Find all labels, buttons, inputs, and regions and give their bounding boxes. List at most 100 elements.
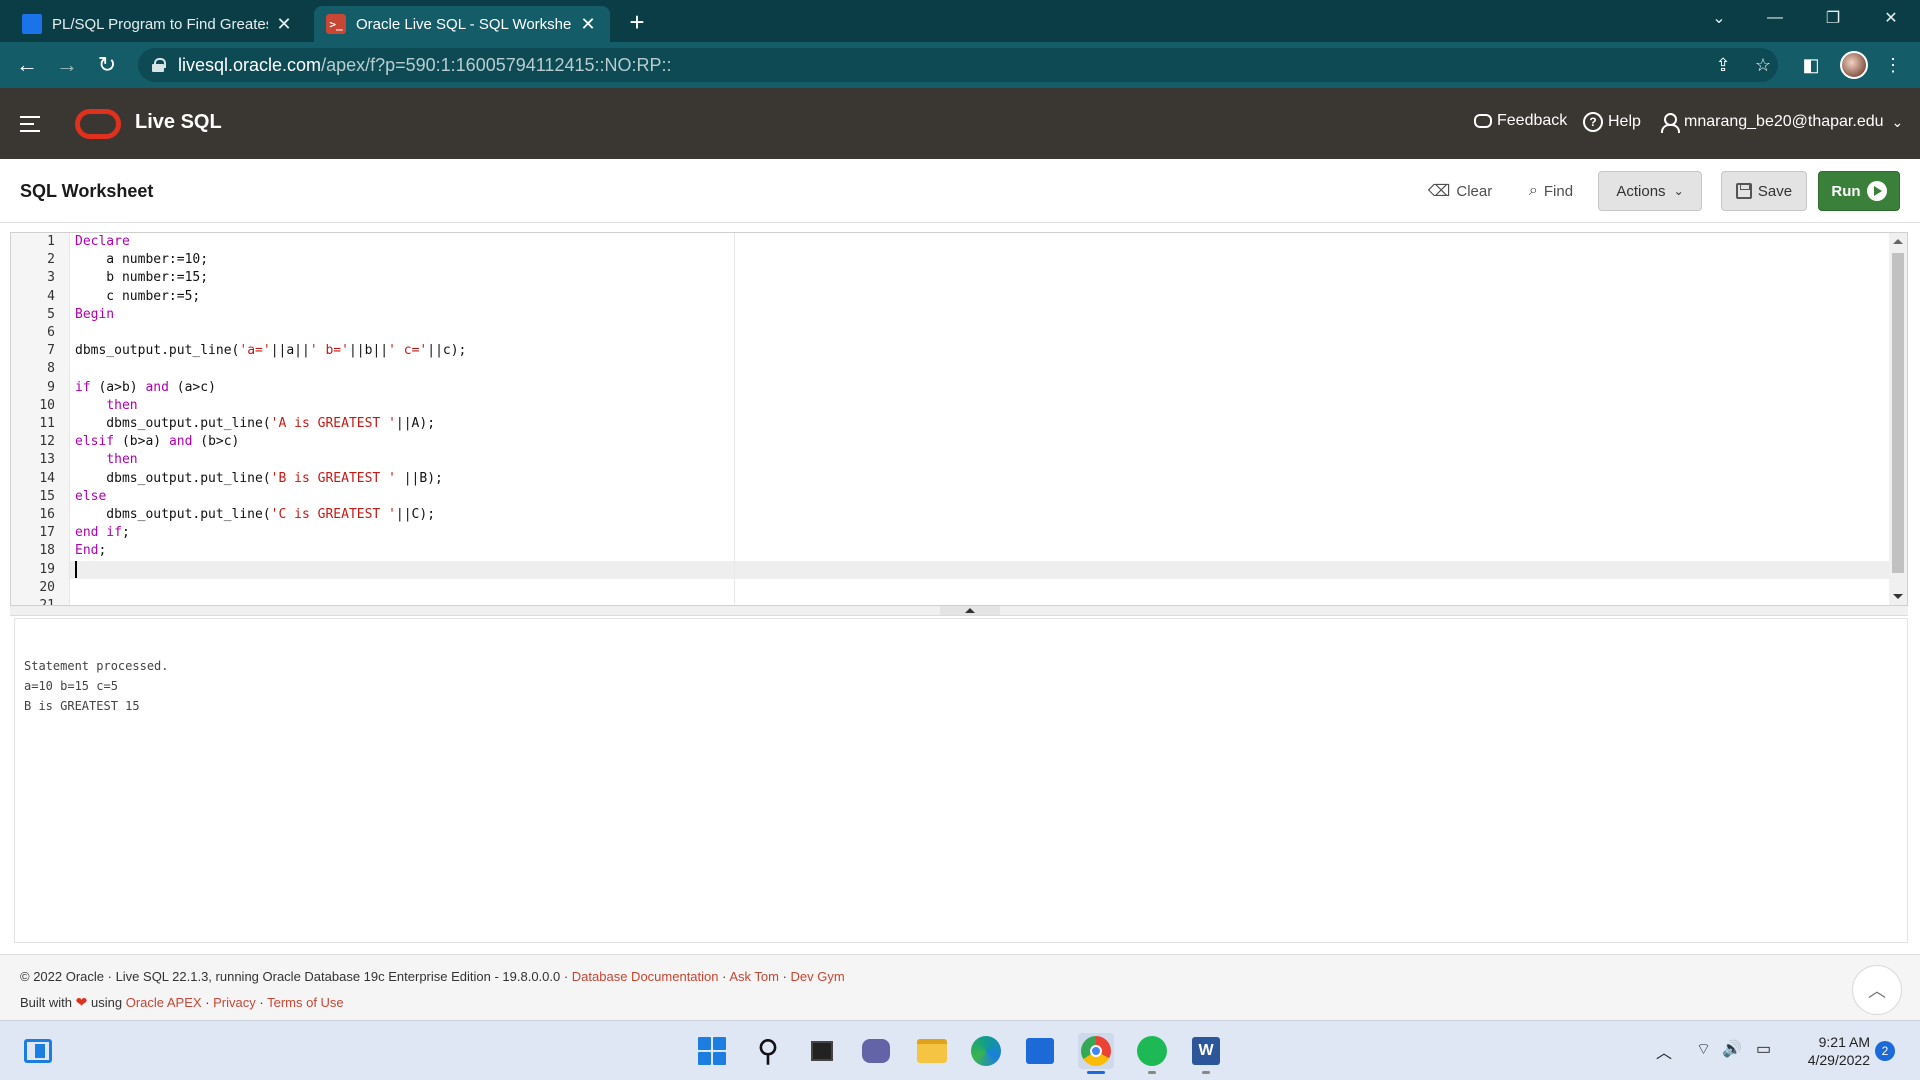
forward-arrow-icon[interactable]: → (52, 50, 82, 80)
microsoft-store-icon[interactable] (1022, 1033, 1058, 1069)
terms-of-use-link[interactable]: Terms of Use (267, 995, 344, 1010)
scroll-to-top-button[interactable]: ︿ (1852, 965, 1902, 1015)
code-token: ||c); (427, 343, 467, 359)
output-line: a=10 b=15 c=5 (24, 679, 118, 693)
close-icon[interactable]: ✕ (578, 14, 598, 35)
battery-icon[interactable]: ▭ (1756, 1039, 1771, 1059)
edge-browser-icon[interactable] (968, 1033, 1004, 1069)
privacy-link[interactable]: Privacy (213, 995, 256, 1010)
keyword-token: and (168, 434, 193, 450)
widgets-icon[interactable] (20, 1033, 56, 1069)
line-number: 7 (47, 343, 55, 359)
browser-tab-live-sql[interactable]: >_ Oracle Live SQL - SQL Worksheet ✕ (314, 6, 610, 42)
teams-chat-icon[interactable] (858, 1033, 894, 1069)
back-arrow-icon[interactable]: ← (12, 50, 42, 80)
line-number: 11 (39, 416, 55, 431)
side-panel-icon[interactable]: ◧ (1798, 52, 1824, 78)
spotify-icon[interactable] (1134, 1033, 1170, 1069)
tab-search-chevron-icon[interactable]: ⌄ (1696, 0, 1742, 36)
chrome-icon[interactable] (1078, 1033, 1114, 1069)
code-editor[interactable]: 1 2 3 4 5 6 7 8 9 10 11 12 13 14 15 16 17 18 19 20 21 Declar… (10, 232, 1908, 606)
code-line[interactable]: if (a>b) and (a>c) (75, 379, 216, 397)
dev-gym-link[interactable]: Dev Gym (791, 969, 845, 984)
pane-splitter[interactable] (10, 606, 1908, 616)
start-windows-icon[interactable] (694, 1033, 730, 1069)
code-line[interactable]: dbms_output.put_line('C is GREATEST '||C… (75, 506, 435, 524)
task-view-icon[interactable] (804, 1033, 840, 1069)
run-label: Run (1831, 182, 1861, 200)
code-line[interactable]: Begin (75, 306, 114, 324)
scroll-down-arrow-icon[interactable] (1893, 594, 1903, 599)
oracle-logo (75, 109, 121, 139)
line-number: 15 (39, 488, 55, 504)
code-line[interactable]: end if; (75, 524, 130, 542)
code-line[interactable]: Declare (75, 233, 130, 251)
code-line[interactable]: then (75, 451, 138, 469)
system-clock[interactable]: 9:21 AM 4/29/2022 (1790, 1033, 1870, 1069)
keyword-token: then (106, 452, 138, 468)
code-line[interactable]: dbms_output.put_line('A is GREATEST '||A… (75, 415, 435, 433)
ask-tom-link[interactable]: Ask Tom (729, 969, 779, 984)
share-icon[interactable]: ⇪ (1710, 52, 1736, 78)
running-indicator (1148, 1071, 1156, 1074)
user-menu[interactable]: mnarang_be20@thapar.edu ⌄ (1659, 112, 1903, 133)
line-number: 13 (39, 452, 55, 468)
code-line[interactable]: else (75, 488, 106, 506)
find-button[interactable]: ⌕ Find (1522, 171, 1580, 211)
scroll-up-arrow-icon[interactable] (1893, 239, 1903, 244)
database-documentation-link[interactable]: Database Documentation (572, 969, 719, 984)
code-line[interactable]: a number:=10; (75, 251, 208, 269)
help-circle-icon: ? (1583, 112, 1603, 132)
minimize-icon[interactable]: — (1752, 0, 1798, 36)
code-line[interactable]: dbms_output.put_line('B is GREATEST ' ||… (75, 470, 443, 488)
string-token: 'A is GREATEST ' (270, 416, 396, 431)
using-text: using (87, 995, 126, 1010)
wifi-icon[interactable]: ⌔ (1696, 1039, 1711, 1059)
code-line[interactable]: b number:=15; (75, 269, 208, 287)
clear-button[interactable]: ⌫ Clear (1428, 171, 1492, 211)
chevron-up-icon[interactable]: ︿ (1656, 1039, 1672, 1063)
scrollbar-thumb[interactable] (1892, 253, 1904, 573)
browser-tab-plsql-program[interactable]: PL/SQL Program to Find Greatest ✕ (10, 6, 306, 42)
bookmark-star-icon[interactable]: ☆ (1750, 52, 1776, 78)
collapse-up-icon[interactable] (940, 606, 1000, 615)
app-header: Live SQL Feedback ? Help mnarang_be20@th… (0, 88, 1920, 159)
code-line[interactable]: dbms_output.put_line('a='||a||' b='||b||… (75, 342, 466, 360)
chevron-down-icon: ⌄ (1673, 184, 1684, 198)
new-tab-button[interactable]: + (622, 8, 652, 38)
string-token: 'C is GREATEST ' (270, 507, 396, 522)
running-indicator (1087, 1071, 1105, 1074)
hamburger-menu-icon[interactable] (20, 116, 40, 132)
window-close-icon[interactable]: ✕ (1868, 0, 1914, 36)
line-number-gutter: 1 2 3 4 5 6 7 8 9 10 11 12 13 14 15 16 17 18 19 20 21 (11, 233, 70, 605)
actions-menu-button[interactable]: Actions ⌄ (1598, 171, 1702, 211)
separator: · (778, 969, 791, 984)
save-button[interactable]: Save (1721, 171, 1807, 211)
feedback-link[interactable]: Feedback (1474, 112, 1567, 130)
close-icon[interactable]: ✕ (274, 14, 294, 35)
oracle-apex-link[interactable]: Oracle APEX (126, 995, 202, 1010)
address-bar[interactable]: livesql.oracle.com /apex/f?p=590:1:16005… (138, 48, 1778, 82)
editor-scrollbar[interactable] (1889, 233, 1907, 605)
keyword-token: if (75, 379, 91, 395)
reload-icon[interactable]: ↻ (92, 50, 122, 80)
notification-badge[interactable]: 2 (1875, 1041, 1895, 1061)
kebab-menu-icon[interactable]: ⋮ (1880, 52, 1906, 78)
profile-avatar[interactable] (1840, 51, 1868, 79)
separator: · (718, 969, 730, 984)
built-with-text: Built with (20, 995, 73, 1010)
run-button[interactable]: Run (1818, 171, 1900, 211)
find-replace-icon: ⌕ (1528, 182, 1538, 199)
search-icon[interactable]: ⚲ (750, 1033, 786, 1069)
code-line[interactable]: c number:=5; (75, 288, 200, 306)
help-link[interactable]: ? Help (1583, 112, 1641, 132)
code-line[interactable]: elsif (b>a) and (b>c) (75, 433, 239, 451)
string-token: ' c=' (388, 343, 428, 359)
word-icon[interactable]: W (1188, 1033, 1224, 1069)
volume-icon[interactable]: 🔊 (1722, 1039, 1742, 1059)
restore-icon[interactable]: ❐ (1810, 0, 1856, 36)
code-line[interactable]: End; (75, 542, 106, 560)
code-line[interactable]: then (75, 397, 137, 415)
code-token: ; (98, 543, 107, 559)
file-explorer-icon[interactable] (914, 1033, 950, 1069)
